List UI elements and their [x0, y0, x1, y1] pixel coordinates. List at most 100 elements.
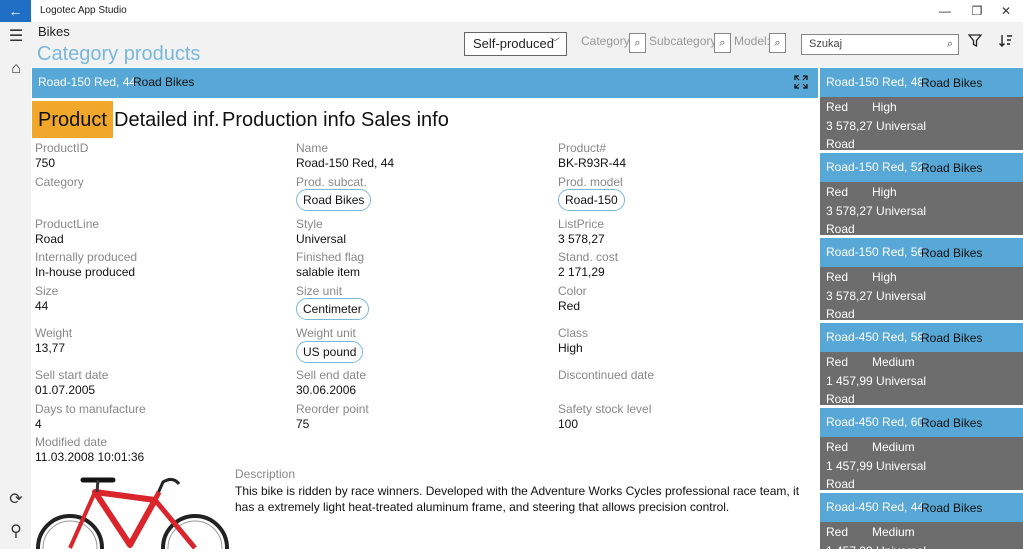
- production-filter-dropdown[interactable]: Self-produced ﹀: [464, 32, 567, 56]
- filter-icon[interactable]: [967, 34, 983, 52]
- list-item-color: Red: [826, 440, 849, 454]
- field-size: Size 44: [35, 284, 59, 313]
- field-safety-stock-level: Safety stock level 100: [558, 402, 652, 431]
- list-item-name: Road-150 Red, 48: [826, 75, 925, 89]
- field-discontinued-date: Discontinued date: [558, 368, 655, 382]
- list-item-header: Road-450 Red, 60 Road Bikes: [820, 408, 1023, 437]
- record-name: Road-150 Red, 44: [38, 75, 137, 89]
- model-filter-label: Model:: [734, 34, 771, 48]
- field-product-number: Product# BK-R93R-44: [558, 141, 627, 170]
- app-title: Logotec App Studio: [40, 5, 127, 16]
- list-item-header: Road-150 Red, 52 Road Bikes: [820, 153, 1023, 182]
- field-name: Name Road-150 Red, 44: [296, 141, 395, 170]
- search-icon[interactable]: ⌕: [947, 35, 953, 54]
- subcategory-search-button[interactable]: ⌕: [714, 33, 731, 53]
- list-item-color: Red: [826, 355, 849, 369]
- hamburger-menu-icon[interactable]: ☰: [5, 26, 27, 48]
- field-weight-unit: Weight unit: [296, 326, 356, 340]
- description-text: This bike is ridden by race winners. Dev…: [235, 484, 800, 514]
- list-item[interactable]: Road-450 Red, 58 Road Bikes Red Medium 1 457…: [820, 323, 1023, 406]
- search-icon: ⌕: [634, 37, 641, 49]
- tab-detailed-inf[interactable]: Detailed inf.: [114, 101, 220, 138]
- list-item-category: Road Bikes: [921, 331, 983, 345]
- breadcrumb[interactable]: Bikes: [38, 24, 70, 39]
- record-category: Road Bikes: [133, 75, 195, 89]
- list-item-name: Road-150 Red, 52: [826, 160, 925, 174]
- plugin-icon[interactable]: ⚲: [5, 521, 27, 543]
- field-days-to-manufacture: Days to manufacture 4: [35, 402, 146, 431]
- list-item-class: Medium: [872, 525, 915, 539]
- list-item-category: Road Bikes: [921, 501, 983, 515]
- field-modified-date: Modified date 11.03.2008 10:01:36: [35, 435, 145, 464]
- field-color: Color Red: [558, 284, 587, 313]
- search-input[interactable]: Szukaj ⌕: [801, 34, 959, 55]
- page-header: Bikes Category products Self-produced ﹀ …: [31, 22, 1023, 67]
- list-item-line: Road: [826, 392, 855, 406]
- list-item[interactable]: Road-150 Red, 56 Road Bikes Red High 3 578,2…: [820, 238, 1023, 321]
- record-header-bar: Road-150 Red, 44 Road Bikes: [32, 68, 818, 98]
- subcategory-filter-label: Subcategory:: [649, 34, 720, 48]
- list-item-price-style: 1 457,99 Universal: [826, 544, 926, 549]
- back-button[interactable]: ←: [0, 0, 31, 22]
- list-item-line: Road: [826, 307, 855, 321]
- list-item-header: Road-450 Red, 58 Road Bikes: [820, 323, 1023, 352]
- description-label: Description: [235, 467, 296, 481]
- list-item-category: Road Bikes: [921, 76, 983, 90]
- list-item-color: Red: [826, 270, 849, 284]
- list-item-color: Red: [826, 185, 849, 199]
- product-image: [35, 470, 230, 554]
- list-item-name: Road-450 Red, 58: [826, 330, 925, 344]
- list-item-class: Medium: [872, 440, 915, 454]
- home-icon[interactable]: ⌂: [5, 58, 27, 80]
- tab-product[interactable]: Product: [32, 101, 113, 138]
- field-sell-end-date: Sell end date 30.06.2006: [296, 368, 367, 397]
- list-item-name: Road-450 Red, 60: [826, 415, 925, 429]
- search-icon: ⌕: [719, 37, 726, 49]
- list-item[interactable]: Road-450 Red, 44Road Bikes Red Medium 1 457…: [820, 493, 1023, 549]
- arrow-left-icon: ←: [8, 3, 23, 19]
- field-prod-model: Prod. model: [558, 175, 623, 189]
- field-finished-flag: Finished flag salable item: [296, 250, 365, 279]
- list-item-line: Road: [826, 137, 855, 151]
- field-size-unit: Size unit: [296, 284, 343, 298]
- left-navigation-rail: ☰ ⌂ ⟳ ⚲: [0, 22, 31, 549]
- field-weight: Weight 13,77: [35, 326, 73, 355]
- list-item[interactable]: Road-150 Red, 48 Road Bikes Red High 3 578,2…: [820, 68, 1023, 151]
- dropdown-value: Self-produced: [473, 36, 554, 51]
- list-item-line: Road: [826, 477, 855, 491]
- field-reorder-point: Reorder point 75: [296, 402, 369, 431]
- size-unit-link[interactable]: Centimeter: [296, 298, 369, 320]
- expand-icon[interactable]: [793, 75, 809, 91]
- field-stand-cost: Stand. cost 2 171,29: [558, 250, 619, 279]
- prod-subcat-link[interactable]: Road Bikes: [296, 189, 372, 211]
- list-item[interactable]: Road-150 Red, 52 Road Bikes Red High 3 578,2…: [820, 153, 1023, 236]
- list-item-category: Road Bikes: [921, 246, 983, 260]
- tab-sales-info[interactable]: Sales info: [361, 101, 449, 138]
- maximize-button[interactable]: ❐: [962, 3, 992, 19]
- list-item-header: Road-450 Red, 44 Road Bikes: [820, 493, 1023, 522]
- sort-icon[interactable]: [998, 33, 1014, 52]
- list-item-class: Medium: [872, 355, 915, 369]
- list-item-color: Red: [826, 525, 849, 539]
- sync-icon[interactable]: ⟳: [5, 489, 27, 511]
- close-button[interactable]: ✕: [991, 3, 1021, 19]
- category-search-button[interactable]: ⌕: [629, 33, 646, 53]
- search-icon: ⌕: [774, 37, 781, 49]
- minimize-button[interactable]: —: [930, 3, 960, 19]
- list-item-price-style: 3 578,27 Universal: [826, 119, 927, 133]
- list-item-class: High: [872, 185, 897, 199]
- list-item-price-style: 1 457,99 Universal: [826, 374, 927, 388]
- list-item-class: High: [872, 270, 897, 284]
- field-internally-produced: Internally produced In-house produced: [35, 250, 138, 279]
- weight-unit-link[interactable]: US pound: [296, 341, 364, 363]
- list-item-header: Road-150 Red, 56 Road Bikes: [820, 238, 1023, 267]
- list-item[interactable]: Road-450 Red, 60 Road Bikes Red Medium 1 457…: [820, 408, 1023, 491]
- field-category: Category: [35, 175, 84, 189]
- list-item-price-style: 3 578,27 Universal: [826, 289, 927, 303]
- list-item-line: Road: [826, 222, 855, 236]
- model-search-button[interactable]: ⌕: [769, 33, 786, 53]
- title-bar: ← Logotec App Studio — ❐ ✕: [0, 0, 1023, 22]
- field-class: Class High: [558, 326, 589, 355]
- tab-production-info[interactable]: Production info: [222, 101, 355, 138]
- prod-model-link[interactable]: Road-150: [558, 189, 625, 211]
